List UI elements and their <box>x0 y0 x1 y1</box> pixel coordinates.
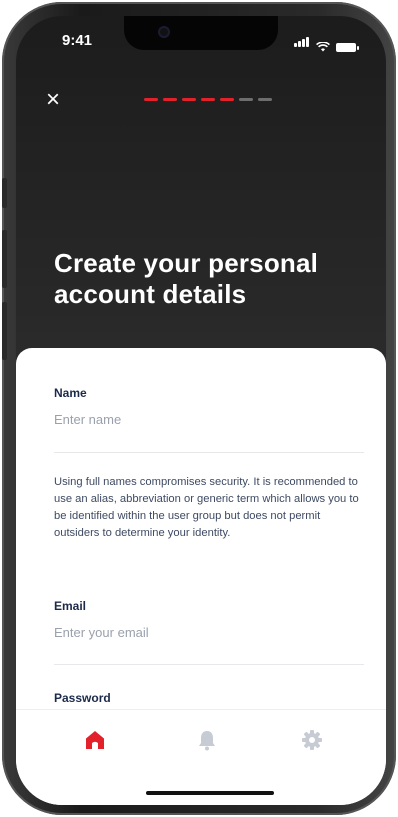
name-helper-text: Using full names compromises security. I… <box>54 476 359 539</box>
email-label: Email <box>54 599 87 613</box>
tab-home[interactable] <box>83 728 107 752</box>
email-input[interactable]: Enter your email <box>54 625 364 640</box>
step-progress <box>144 98 272 101</box>
gear-icon <box>302 730 322 750</box>
home-icon <box>86 731 104 749</box>
password-label: Password <box>54 691 111 705</box>
progress-step <box>239 98 253 101</box>
tab-notifications[interactable] <box>195 728 219 752</box>
page-title: Create your personal account details <box>54 248 319 309</box>
status-icons <box>294 34 359 52</box>
name-label: Name <box>54 386 87 400</box>
mute-switch <box>2 178 7 208</box>
screen: 9:41 × Create your personal account deta… <box>16 16 386 805</box>
bell-icon <box>199 731 215 751</box>
close-button[interactable]: × <box>46 88 60 112</box>
email-divider <box>54 664 364 665</box>
tab-bar <box>16 709 386 805</box>
tab-settings[interactable] <box>300 728 324 752</box>
progress-step <box>201 98 215 101</box>
progress-step <box>163 98 177 101</box>
camera-icon <box>158 26 170 38</box>
form-sheet: Name Enter name Using full names comprom… <box>16 348 386 805</box>
phone-frame: 9:41 × Create your personal account deta… <box>2 2 396 815</box>
name-input[interactable]: Enter name <box>54 412 364 427</box>
signal-icon <box>294 34 310 52</box>
progress-step <box>144 98 158 101</box>
progress-step <box>182 98 196 101</box>
progress-step <box>220 98 234 101</box>
notch <box>124 16 278 50</box>
progress-step <box>258 98 272 101</box>
volume-up-button <box>2 230 7 288</box>
home-indicator <box>146 791 274 795</box>
name-divider <box>54 452 364 453</box>
status-time: 9:41 <box>62 32 93 49</box>
battery-icon <box>336 43 359 52</box>
volume-down-button <box>2 302 7 360</box>
wifi-icon <box>316 42 330 52</box>
